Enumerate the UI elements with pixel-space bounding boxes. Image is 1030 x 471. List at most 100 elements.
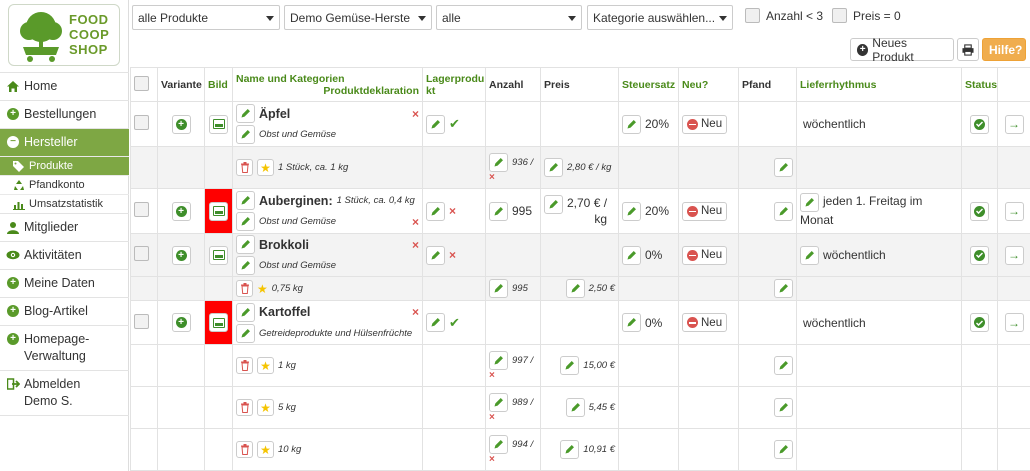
- help-button[interactable]: Hilfe?: [982, 38, 1026, 61]
- edit-category-button[interactable]: [236, 256, 255, 275]
- sidebar-item-homepage-verwaltung[interactable]: + Homepage- Verwaltung: [0, 325, 129, 370]
- add-variant-button[interactable]: +: [171, 114, 191, 134]
- status-button[interactable]: [970, 313, 989, 332]
- delete-x-icon[interactable]: ×: [489, 172, 537, 183]
- delete-x-icon[interactable]: ×: [412, 215, 419, 229]
- price-zero-checkbox[interactable]: [832, 8, 847, 23]
- status-filter-select[interactable]: alle: [436, 5, 582, 30]
- edit-stock-button[interactable]: [426, 114, 445, 134]
- edit-deposit-button[interactable]: [774, 158, 793, 177]
- status-button[interactable]: [970, 114, 989, 134]
- edit-amount-button[interactable]: [489, 434, 508, 454]
- edit-name-button[interactable]: [236, 104, 255, 123]
- new-toggle-button[interactable]: Neu: [682, 245, 728, 265]
- sidebar-item-home[interactable]: Home: [0, 72, 129, 100]
- sidebar-item-mitglieder[interactable]: Mitglieder: [0, 213, 129, 241]
- category-filter-select[interactable]: Kategorie auswählen...: [587, 5, 733, 30]
- edit-deposit-button[interactable]: [774, 201, 793, 221]
- open-product-button[interactable]: →: [1004, 245, 1024, 265]
- edit-stock-button[interactable]: [426, 245, 445, 265]
- open-product-button[interactable]: →: [1004, 313, 1024, 332]
- status-button[interactable]: [970, 201, 989, 221]
- open-product-button[interactable]: →: [1004, 201, 1024, 221]
- delete-variant-button[interactable]: [236, 399, 253, 416]
- edit-price-button[interactable]: [560, 356, 580, 375]
- header-stock[interactable]: Lagerprodu kt: [422, 67, 486, 102]
- select-all-checkbox[interactable]: [134, 75, 149, 91]
- add-variant-button[interactable]: +: [171, 201, 191, 221]
- sidebar-item-bestellungen[interactable]: + Bestellungen: [0, 100, 129, 128]
- sidebar-item-hersteller[interactable]: − Hersteller: [0, 128, 129, 156]
- edit-category-button[interactable]: [236, 323, 255, 343]
- sidebar-item-blog-artikel[interactable]: + Blog-Artikel: [0, 297, 129, 325]
- manufacturer-filter-select[interactable]: Demo Gemüse-Herste: [284, 5, 432, 30]
- row-checkbox[interactable]: [134, 202, 149, 217]
- delete-x-icon[interactable]: ×: [489, 454, 537, 465]
- edit-amount-button[interactable]: [489, 152, 508, 172]
- logo[interactable]: FOOD COOP SHOP: [8, 4, 120, 66]
- sidebar-subitem-umsatzstatistik[interactable]: Umsatzstatistik: [0, 194, 129, 213]
- new-toggle-button[interactable]: Neu: [682, 313, 728, 332]
- edit-name-button[interactable]: [236, 302, 255, 322]
- header-new[interactable]: Neu?: [678, 67, 739, 102]
- image-button[interactable]: [209, 313, 228, 332]
- delete-variant-button[interactable]: [236, 280, 253, 297]
- add-variant-button[interactable]: +: [171, 245, 191, 265]
- edit-tax-button[interactable]: [622, 114, 641, 134]
- sidebar-item-abmelden[interactable]: Abmelden Demo S.: [0, 370, 129, 416]
- edit-amount-button[interactable]: [489, 392, 508, 412]
- edit-deposit-button[interactable]: [774, 440, 793, 459]
- default-variant-star-button[interactable]: ★: [257, 399, 274, 416]
- edit-category-button[interactable]: [236, 212, 255, 231]
- edit-price-button[interactable]: [560, 440, 580, 459]
- delete-x-icon[interactable]: ×: [412, 305, 419, 319]
- image-button[interactable]: [209, 245, 228, 265]
- row-checkbox[interactable]: [134, 246, 149, 261]
- edit-amount-button[interactable]: [489, 279, 508, 298]
- image-button[interactable]: [209, 201, 228, 221]
- header-declaration[interactable]: Produktdeklaration: [236, 85, 419, 97]
- edit-price-button[interactable]: [544, 195, 563, 214]
- edit-amount-button[interactable]: [489, 201, 508, 221]
- edit-deposit-button[interactable]: [774, 279, 793, 298]
- sidebar-item-meine-daten[interactable]: + Meine Daten: [0, 269, 129, 297]
- delete-variant-button[interactable]: [236, 357, 253, 374]
- edit-deposit-button[interactable]: [774, 356, 793, 375]
- header-tax[interactable]: Steuersatz: [618, 67, 679, 102]
- delete-variant-button[interactable]: [236, 159, 253, 176]
- new-toggle-button[interactable]: Neu: [682, 114, 728, 134]
- print-button[interactable]: [957, 38, 979, 61]
- price-zero-filter[interactable]: Preis = 0: [832, 8, 901, 23]
- default-variant-star-button[interactable]: ★: [257, 357, 274, 374]
- edit-name-button[interactable]: [236, 191, 255, 210]
- new-product-button[interactable]: + Neues Produkt: [850, 36, 954, 64]
- sidebar-subitem-produkte[interactable]: Produkte: [0, 156, 129, 175]
- products-filter-select[interactable]: alle Produkte: [132, 5, 280, 30]
- delete-x-icon[interactable]: ×: [489, 412, 537, 423]
- delete-x-icon[interactable]: ×: [489, 370, 537, 381]
- edit-price-button[interactable]: [565, 279, 585, 298]
- amount-lt3-filter[interactable]: Anzahl < 3: [745, 8, 823, 23]
- edit-name-button[interactable]: [236, 235, 255, 254]
- edit-stock-button[interactable]: [426, 313, 445, 332]
- sidebar-subitem-pfandkonto[interactable]: Pfandkonto: [0, 175, 129, 194]
- sidebar-item-aktivitaeten[interactable]: Aktivitäten: [0, 241, 129, 269]
- edit-price-button[interactable]: [565, 398, 585, 417]
- edit-amount-button[interactable]: [489, 350, 508, 370]
- status-button[interactable]: [970, 245, 989, 265]
- add-variant-button[interactable]: +: [171, 313, 191, 332]
- edit-deposit-button[interactable]: [774, 398, 793, 417]
- image-button[interactable]: [209, 114, 228, 134]
- open-product-button[interactable]: →: [1004, 114, 1024, 134]
- edit-rhythm-button[interactable]: [800, 193, 819, 212]
- default-variant-star-button[interactable]: ★: [257, 159, 274, 176]
- row-checkbox[interactable]: [134, 115, 149, 130]
- delete-x-icon[interactable]: ×: [412, 238, 419, 252]
- header-status[interactable]: Status: [961, 67, 998, 102]
- delete-variant-button[interactable]: [236, 441, 253, 458]
- edit-stock-button[interactable]: [426, 201, 445, 221]
- edit-price-button[interactable]: [544, 158, 563, 177]
- default-variant-star-button[interactable]: ★: [257, 441, 274, 458]
- delete-x-icon[interactable]: ×: [412, 107, 419, 121]
- amount-lt3-checkbox[interactable]: [745, 8, 760, 23]
